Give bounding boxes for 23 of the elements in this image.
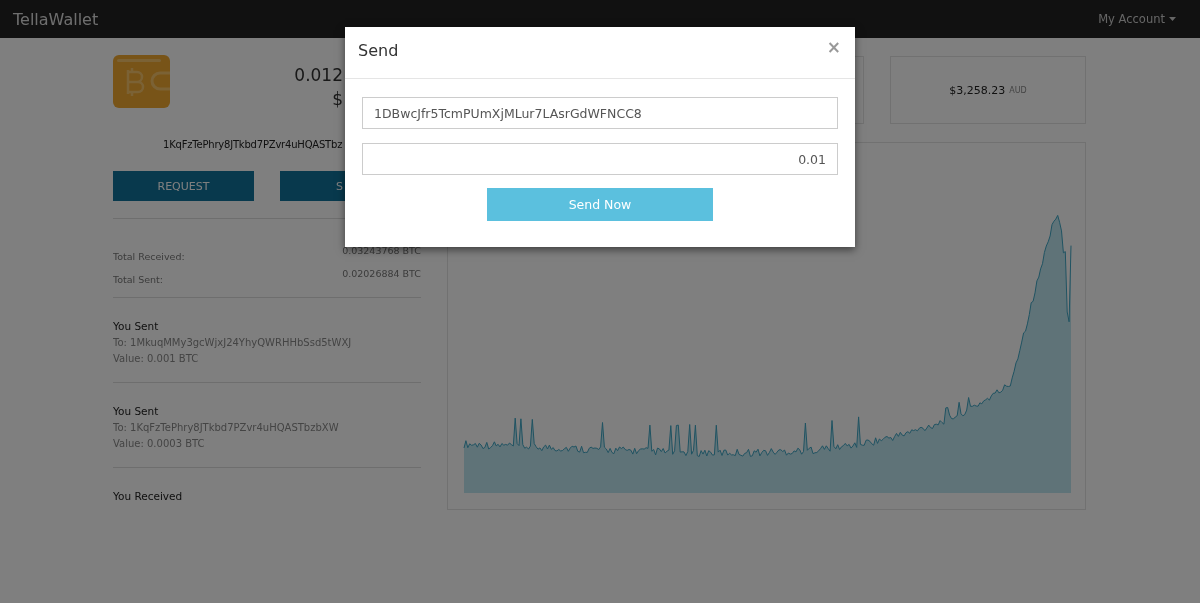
fiat-balance: $ (332, 89, 343, 109)
transaction-value: Value: 0.001 BTC (113, 353, 200, 364)
caret-icon (1169, 17, 1176, 21)
account-menu[interactable]: My Account (1098, 12, 1176, 26)
transaction-recipient: To: 1MkuqMMy3gcWjxJ24YhyQWRHHbSsd5tWXJ (113, 337, 353, 348)
bitcoin-wallet-icon (113, 55, 171, 109)
total-value: 0.02026884 BTC (342, 268, 421, 279)
btc-balance: 0.012 (294, 65, 343, 85)
dialog-title: Send (358, 41, 399, 60)
transaction-recipient: To: 1KqFzTePhry8JTkbd7PZvr4uHQASTbzbXW (113, 422, 340, 433)
price-amount: $3,258.23 (949, 83, 1006, 97)
amount-input[interactable]: 0.01 (362, 143, 838, 175)
address-input[interactable]: 1DBwcJfr5TcmPUmXjMLur7LAsrGdWFNCC8 (362, 97, 838, 129)
request-button[interactable]: REQUEST (113, 171, 254, 201)
close-button[interactable]: × (826, 36, 841, 57)
total-label: Total Sent: (113, 274, 164, 285)
total-label: Total Received: (113, 251, 185, 262)
transaction-value: Value: 0.0003 BTC (113, 438, 206, 449)
transaction-title: You Received (113, 490, 184, 502)
transaction-title: You Sent (113, 405, 160, 417)
send-now-button[interactable]: Send Now (487, 188, 713, 221)
brand-name[interactable]: TellaWallet (13, 9, 99, 29)
transaction-title: You Sent (113, 320, 160, 332)
